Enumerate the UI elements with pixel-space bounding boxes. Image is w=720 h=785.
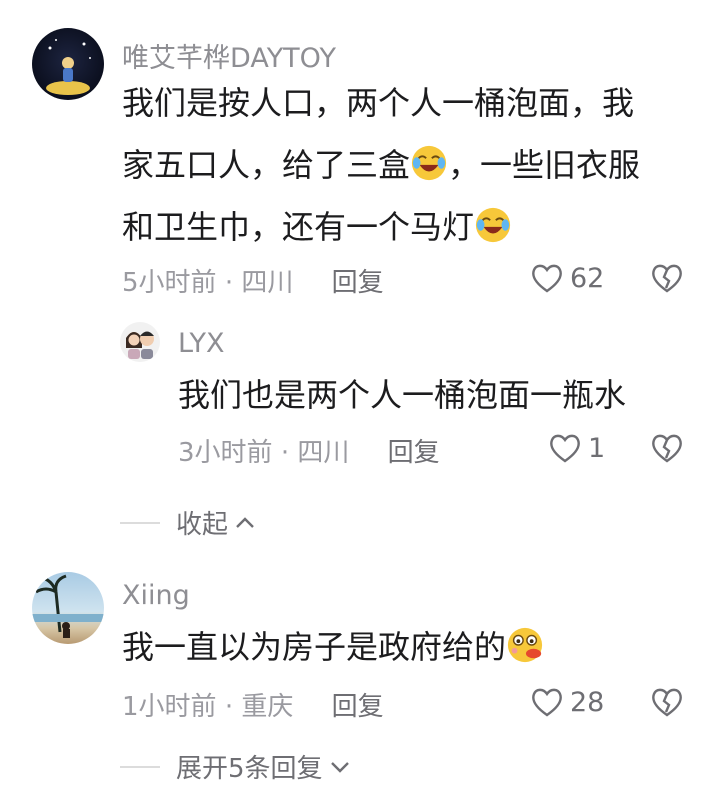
comment-meta: 5小时前 · 四川 回复	[122, 262, 384, 299]
dislike-button[interactable]	[650, 686, 684, 722]
chevron-up-icon	[236, 516, 254, 528]
beach-photo-icon	[32, 574, 104, 638]
heart-outline-icon	[550, 434, 580, 463]
like-count: 1	[588, 432, 606, 464]
comment-meta: 1小时前 · 重庆 回复	[122, 686, 384, 723]
separator: ·	[280, 438, 290, 468]
separator: ·	[224, 268, 234, 298]
like-button[interactable]: 1	[548, 432, 605, 464]
username[interactable]: Xiing	[122, 580, 190, 611]
comment-text-fragment: 我一直以为房子是政府给的	[122, 628, 507, 666]
reply-button[interactable]: 回复	[332, 692, 384, 722]
username[interactable]: LYX	[178, 328, 224, 359]
collapse-label: 收起	[176, 510, 229, 540]
comment-text: 我们也是两个人一桶泡面一瓶水	[178, 376, 627, 414]
divider-line	[120, 521, 160, 524]
comment-text: 我一直以为房子是政府给的	[122, 616, 544, 678]
reply-button[interactable]: 回复	[388, 438, 440, 468]
broken-heart-icon	[652, 434, 682, 463]
heart-outline-icon	[532, 688, 562, 717]
dislike-button[interactable]	[650, 262, 684, 298]
location: 四川	[297, 438, 350, 468]
timestamp: 5小时前	[122, 268, 217, 298]
avatar[interactable]	[32, 572, 104, 644]
avatar[interactable]	[120, 322, 160, 362]
location: 四川	[241, 268, 294, 298]
comment-text-line: 家五口人，给了三盒 ，一些旧衣服	[122, 134, 702, 196]
avatar[interactable]	[32, 28, 104, 100]
expand-label: 展开5条回复	[176, 754, 323, 784]
timestamp: 3小时前	[178, 438, 273, 468]
avatar-illustration-icon	[46, 39, 91, 95]
collapse-replies-button[interactable]: 收起	[120, 504, 256, 541]
username[interactable]: 唯艾芊桦DAYTOY	[122, 36, 336, 75]
dislike-button[interactable]	[650, 432, 684, 468]
broken-heart-icon	[652, 264, 682, 293]
heart-outline-icon	[532, 264, 562, 293]
like-count: 28	[570, 686, 605, 718]
location: 重庆	[241, 692, 294, 722]
laugh-cry-emoji-icon	[475, 207, 511, 243]
couple-avatar-icon	[126, 331, 154, 359]
expand-replies-button[interactable]: 展开5条回复	[120, 748, 351, 785]
comment-text-line: 我们是按人口，两个人一桶泡面，我	[122, 84, 635, 122]
timestamp: 1小时前	[122, 692, 217, 722]
laugh-cry-emoji-icon	[411, 145, 447, 181]
comment-text-fragment: 家五口人，给了三盒	[122, 146, 411, 184]
comment-text-line: 和卫生巾，还有一个马灯	[122, 196, 702, 258]
separator: ·	[224, 692, 234, 722]
like-button[interactable]: 28	[530, 686, 604, 718]
comment-meta: 3小时前 · 四川 回复	[178, 432, 440, 469]
comment-text-fragment: ，一些旧衣服	[448, 146, 641, 184]
chevron-down-icon	[330, 761, 349, 773]
like-count: 62	[570, 262, 605, 294]
comment-text: 我们是按人口，两个人一桶泡面，我 家五口人，给了三盒 ，一些旧衣服 和卫生巾，还有…	[122, 72, 702, 258]
comment-text-fragment: 和卫生巾，还有一个马灯	[122, 208, 475, 246]
like-button[interactable]: 62	[530, 262, 604, 294]
broken-heart-icon	[652, 688, 682, 717]
shy-emoji-icon	[507, 627, 543, 663]
reply-button[interactable]: 回复	[332, 268, 384, 298]
